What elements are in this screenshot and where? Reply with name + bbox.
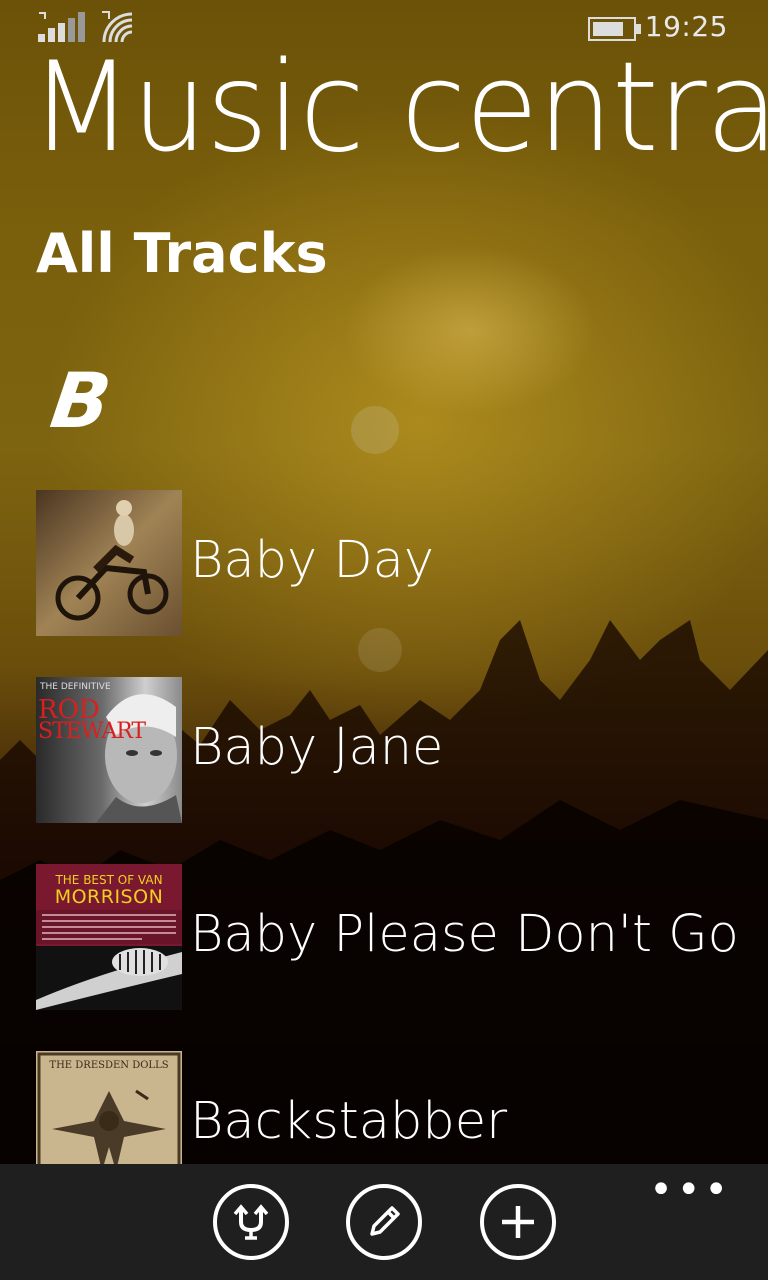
- app-bar: •••: [0, 1164, 768, 1280]
- track-list: Baby Day THE DEFINITIVE ROD STEWART Baby…: [36, 490, 768, 1238]
- track-item[interactable]: THE DEFINITIVE ROD STEWART Baby Jane: [36, 677, 768, 823]
- track-title: Backstabber: [190, 1091, 508, 1151]
- shuffle-button[interactable]: [213, 1184, 289, 1260]
- album-cover: [36, 490, 182, 636]
- cover-caption: THE DRESDEN DOLLS: [49, 1060, 169, 1071]
- app-title: Music centra: [30, 36, 768, 180]
- track-item[interactable]: THE BEST OF VAN MORRISON Baby Please Don…: [36, 864, 768, 1010]
- track-title: Baby Please Don't Go: [190, 904, 739, 964]
- album-cover: THE BEST OF VAN MORRISON: [36, 864, 182, 1010]
- track-title: Baby Day: [190, 530, 435, 590]
- cover-artist-last: STEWART: [38, 719, 146, 744]
- more-options-button[interactable]: •••: [649, 1170, 732, 1210]
- track-title: Baby Jane: [190, 717, 444, 777]
- shuffle-icon: [233, 1204, 269, 1240]
- add-icon: [502, 1206, 534, 1238]
- edit-icon: [370, 1206, 400, 1236]
- section-title: All Tracks: [36, 222, 328, 285]
- cover-caption: THE DEFINITIVE: [40, 682, 111, 692]
- add-button[interactable]: [480, 1184, 556, 1260]
- album-cover: THE DEFINITIVE ROD STEWART: [36, 677, 182, 823]
- cover-artist: MORRISON: [54, 886, 164, 908]
- track-item[interactable]: Baby Day: [36, 490, 768, 636]
- edit-button[interactable]: [346, 1184, 422, 1260]
- cover-caption: THE BEST OF VAN: [55, 873, 163, 887]
